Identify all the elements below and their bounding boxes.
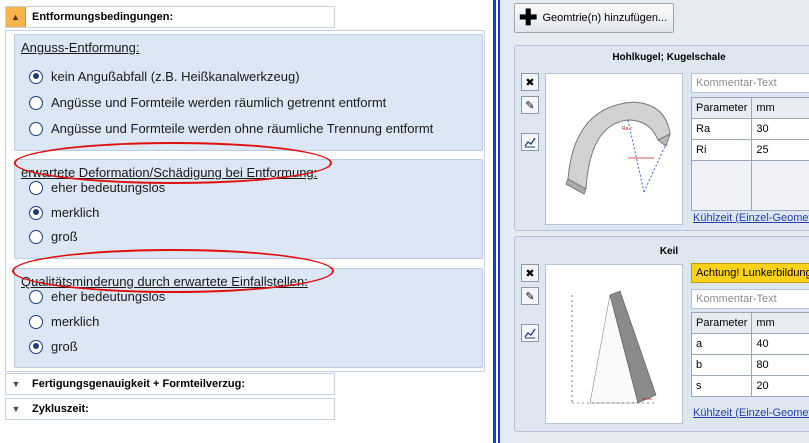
expand-arrow-icon[interactable]: ▼ — [6, 374, 26, 394]
geometry-card-hohlkugel: Hohlkugel; Kugelschale ✖ ✎ Ra ≈ Kommenta… — [514, 45, 809, 231]
table-header: mm — [751, 97, 809, 119]
param-value[interactable]: 30 — [751, 118, 809, 140]
radio-selected-icon[interactable] — [29, 339, 43, 354]
parameter-table: Parameter mm Ra 30 Ri 25 — [690, 97, 809, 211]
warning-badge: Achtung! Lunkerbildung — [691, 263, 809, 283]
close-icon[interactable]: ✖ — [521, 73, 539, 91]
radio-icon[interactable] — [29, 121, 43, 136]
table-header: Parameter — [690, 97, 753, 119]
radio-icon[interactable] — [29, 180, 43, 195]
param-name: a — [690, 333, 753, 355]
chart-icon[interactable] — [521, 133, 539, 151]
option-label: groß — [51, 339, 78, 354]
add-geometry-button[interactable]: ✚ Geomtrie(n) hinzufügen... — [514, 3, 674, 33]
section-title: Zykluszeit: — [32, 403, 89, 415]
section-fertigungsgenauigkeit-header[interactable]: ▼ Fertigungsgenauigkeit + Formteilverzug… — [5, 373, 335, 395]
radio-option[interactable]: merklich — [29, 205, 99, 220]
comment-input[interactable]: Kommentar-Text — [691, 73, 809, 93]
param-value[interactable]: 40 — [751, 333, 809, 355]
radio-option[interactable]: groß — [29, 229, 78, 244]
edit-pencil-icon[interactable]: ✎ — [521, 287, 539, 305]
section-entformung-header[interactable]: ▲ Entformungsbedingungen: — [5, 6, 335, 28]
annotation-ellipse — [12, 249, 334, 293]
option-label: merklich — [51, 314, 100, 329]
param-name: b — [690, 354, 753, 376]
option-label: kein Angußabfall (z.B. Heißkanalwerkzeug… — [51, 69, 300, 84]
param-name: Ra — [690, 118, 753, 140]
radio-icon[interactable] — [29, 229, 43, 244]
radio-option[interactable]: merklich — [29, 314, 99, 329]
empty-cell — [751, 160, 809, 211]
plus-icon: ✚ — [519, 5, 538, 30]
annotation-ellipse — [14, 142, 332, 184]
splitter[interactable] — [493, 0, 500, 443]
radio-icon[interactable] — [29, 314, 43, 329]
radio-icon[interactable] — [29, 95, 43, 110]
empty-cell — [690, 160, 753, 211]
radio-selected-icon[interactable] — [29, 69, 43, 84]
cooling-time-link[interactable]: Kühlzeit (Einzel-Geometrie) — [693, 212, 809, 224]
group-anguss: Anguss-Entformung: kein Angußabfall (z.B… — [14, 34, 483, 151]
comment-input[interactable]: Kommentar-Text — [691, 289, 809, 309]
option-label: merklich — [51, 205, 100, 220]
entformung-panel: Anguss-Entformung: kein Angußabfall (z.B… — [5, 30, 485, 372]
group-title: Anguss-Entformung: — [21, 40, 140, 55]
param-name: Ri — [690, 139, 753, 161]
card-title: Hohlkugel; Kugelschale — [612, 52, 726, 63]
option-label: groß — [51, 229, 78, 244]
section-title: Entformungsbedingungen: — [32, 11, 174, 23]
svg-text:Ra ≈: Ra ≈ — [622, 126, 633, 132]
left-panel: ▲ Entformungsbedingungen: Anguss-Entform… — [0, 0, 490, 443]
edit-pencil-icon[interactable]: ✎ — [521, 96, 539, 114]
section-title: Fertigungsgenauigkeit + Formteilverzug: — [32, 378, 246, 390]
right-panel: ✚ Geomtrie(n) hinzufügen... Hohlkugel; K… — [500, 0, 809, 443]
close-icon[interactable]: ✖ — [521, 264, 539, 282]
option-label: Angüsse und Formteile werden ohne räumli… — [51, 121, 434, 136]
param-value[interactable]: 20 — [751, 375, 809, 397]
button-label: Geomtrie(n) hinzufügen... — [542, 12, 668, 24]
parameter-table: Parameter mm a 40 b 80 s 20 — [690, 312, 809, 397]
radio-option[interactable]: Angüsse und Formteile werden ohne räumli… — [29, 121, 433, 136]
card-title: Keil — [659, 246, 679, 257]
param-value[interactable]: 25 — [751, 139, 809, 161]
radio-icon[interactable] — [29, 289, 43, 304]
expand-arrow-icon[interactable]: ▼ — [6, 399, 26, 419]
collapse-arrow-icon[interactable]: ▲ — [6, 7, 26, 27]
geometry-card-keil: Keil ✖ ✎ Achtung! Lunkerbildung Kommenta… — [514, 236, 809, 432]
section-zykluszeit-header[interactable]: ▼ Zykluszeit: — [5, 398, 335, 420]
table-header: Parameter — [690, 312, 753, 334]
radio-option[interactable]: Angüsse und Formteile werden räumlich ge… — [29, 95, 386, 110]
radio-option[interactable]: kein Angußabfall (z.B. Heißkanalwerkzeug… — [29, 69, 300, 84]
radio-option[interactable]: groß — [29, 339, 78, 354]
radio-selected-icon[interactable] — [29, 205, 43, 220]
cooling-time-link[interactable]: Kühlzeit (Einzel-Geometrie) — [693, 407, 809, 419]
param-value[interactable]: 80 — [751, 354, 809, 376]
chart-icon[interactable] — [521, 324, 539, 342]
geometry-preview-image — [545, 264, 683, 424]
table-header: mm — [751, 312, 809, 334]
param-name: s — [690, 375, 753, 397]
option-label: Angüsse und Formteile werden räumlich ge… — [51, 95, 387, 110]
geometry-preview-image: Ra ≈ — [545, 73, 683, 225]
